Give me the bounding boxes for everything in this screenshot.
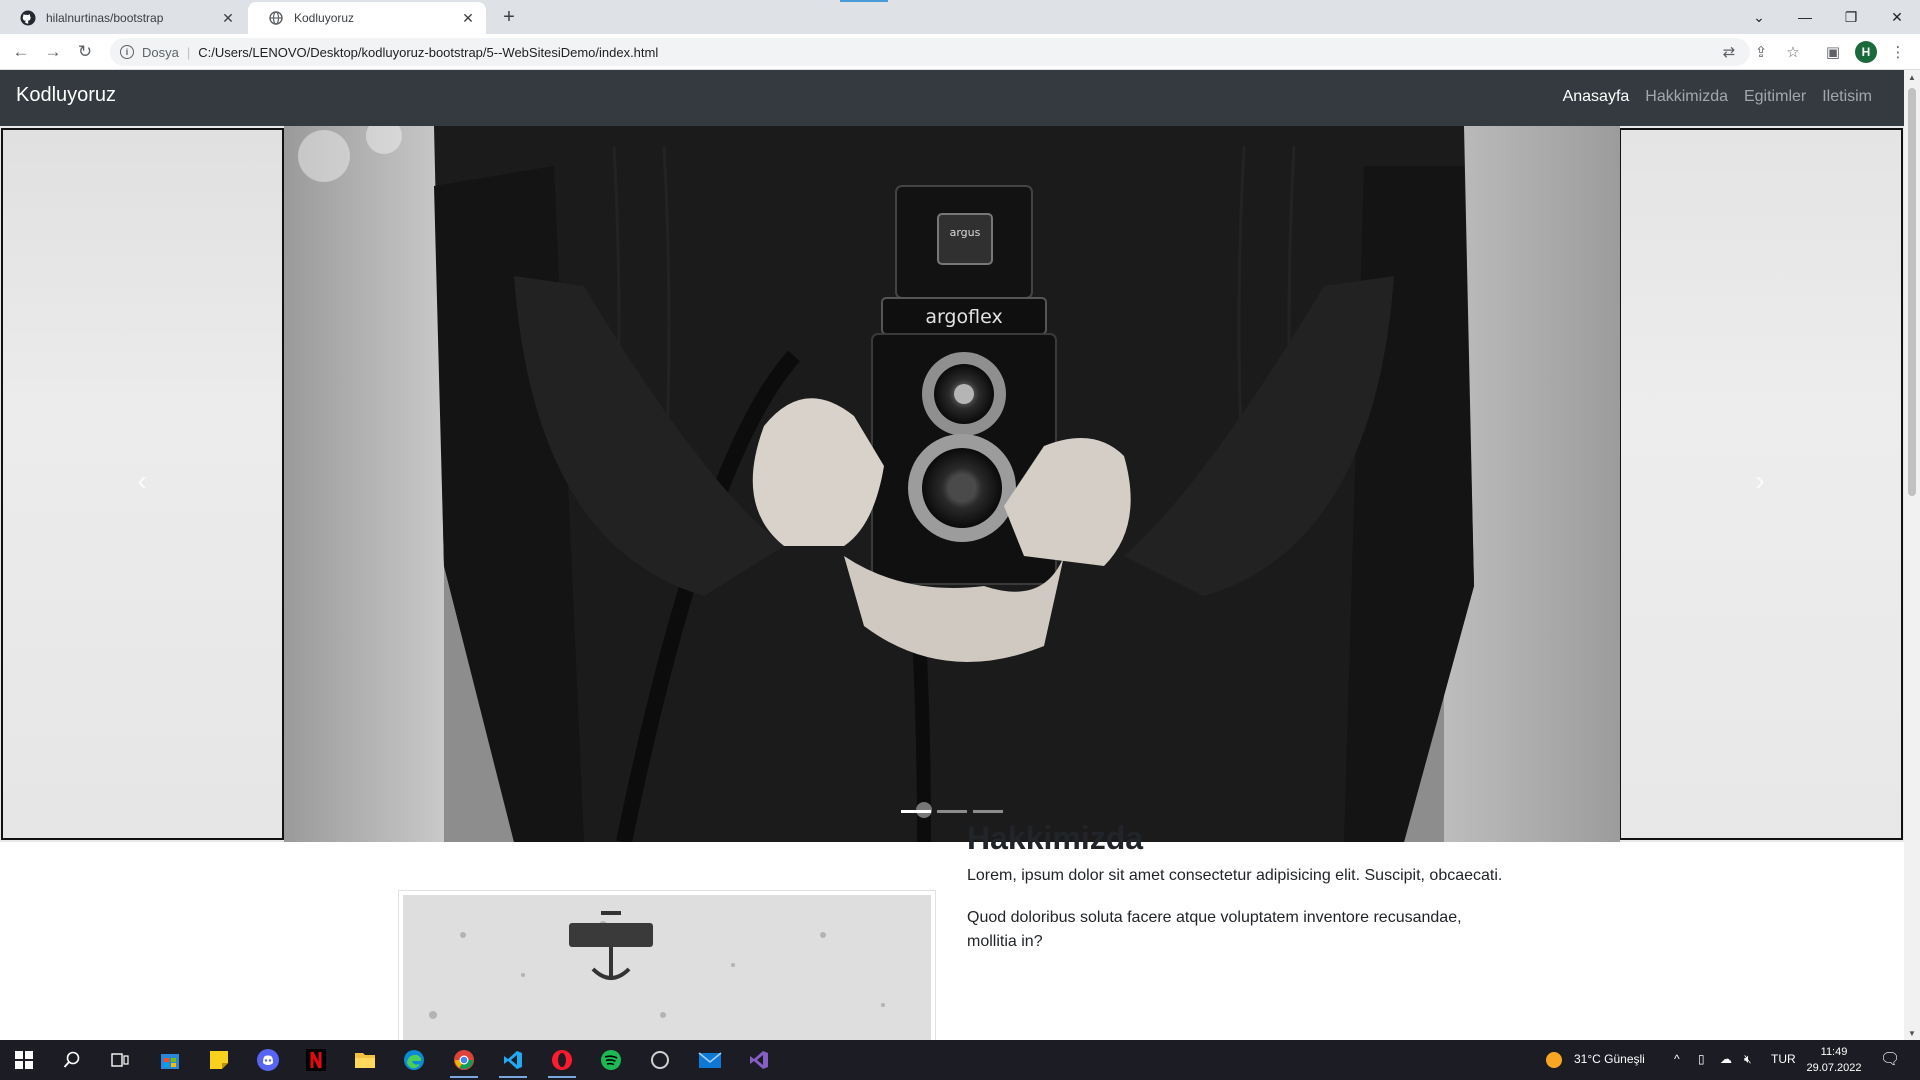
profile-avatar[interactable]: H <box>1855 41 1877 63</box>
task-view-icon[interactable] <box>102 1046 138 1074</box>
github-icon <box>20 10 36 26</box>
bookmark-star-icon[interactable]: ☆ <box>1781 40 1805 64</box>
reload-icon[interactable]: ↻ <box>72 39 98 65</box>
windows-start-icon[interactable] <box>6 1046 42 1074</box>
tab-title: Kodluyoruz <box>294 11 355 25</box>
share-icon[interactable]: ⇪ <box>1749 40 1773 64</box>
url-text: C:/Users/LENOVO/Desktop/kodluyoruz-boots… <box>198 44 659 60</box>
site-brand[interactable]: Kodluyoruz <box>16 84 116 107</box>
scroll-up-icon[interactable]: ▲ <box>1904 70 1920 84</box>
carousel-slide-image: argus argoflex <box>284 126 1620 842</box>
tab-search-icon[interactable]: ⌄ <box>1736 0 1782 34</box>
nav-link-hakkimizda[interactable]: Hakkimizda <box>1637 88 1736 106</box>
restore-icon[interactable]: ❐ <box>1828 0 1874 34</box>
vscode-icon[interactable] <box>495 1046 531 1078</box>
volume-muted-icon[interactable]: 🔇︎ <box>1744 1052 1752 1067</box>
clock-time: 11:49 <box>1820 1046 1848 1058</box>
page-scrollbar[interactable]: ▲ ▼ <box>1904 70 1920 1040</box>
tab-title: hilalnurtinas/bootstrap <box>46 11 164 25</box>
scheme-label: Dosya <box>142 44 179 60</box>
tab-loading-indicator <box>840 0 888 2</box>
netflix-icon[interactable] <box>298 1046 334 1074</box>
camera-brand-text: argoflex <box>925 306 1002 328</box>
visual-studio-icon[interactable] <box>741 1046 777 1074</box>
close-icon[interactable]: ✕ <box>218 8 238 28</box>
windows-taskbar: 31°C Güneşli ^ ▯ ☁ 🔇︎ TUR 11:49 29.07.20… <box>0 1040 1920 1080</box>
circle-app-icon[interactable] <box>642 1046 678 1074</box>
discord-icon[interactable] <box>250 1046 286 1074</box>
nav-link-anasayfa[interactable]: Anasayfa <box>1555 88 1638 106</box>
weather-text[interactable]: 31°C Güneşli <box>1574 1052 1645 1066</box>
system-clock[interactable]: 11:49 29.07.2022 <box>1806 1044 1862 1076</box>
tab-github[interactable]: hilalnurtinas/bootstrap ✕ <box>0 2 246 34</box>
tab-strip: hilalnurtinas/bootstrap ✕ Kodluyoruz ✕ +… <box>0 0 1920 34</box>
carousel-indicators <box>901 810 1003 813</box>
carousel-indicator[interactable] <box>901 810 931 813</box>
about-paragraph-2: Quod doloribus soluta facere atque volup… <box>967 909 1462 950</box>
close-icon[interactable]: ✕ <box>458 8 478 28</box>
side-panel-icon[interactable]: ▣ <box>1821 40 1845 64</box>
page-viewport: Kodluyoruz Anasayfa Hakkimizda Egitimler… <box>0 70 1904 1040</box>
tab-kodluyoruz[interactable]: Kodluyoruz ✕ <box>248 2 486 34</box>
battery-icon[interactable]: ▯ <box>1698 1052 1705 1066</box>
nav-links: Anasayfa Hakkimizda Egitimler Iletisim <box>1555 88 1880 106</box>
about-title: Hakkimizda <box>967 820 1144 856</box>
back-icon[interactable]: ← <box>8 39 34 65</box>
scrollbar-thumb[interactable] <box>1908 88 1916 496</box>
address-bar[interactable]: i Dosya | C:/Users/LENOVO/Desktop/kodluy… <box>110 38 1750 66</box>
omnibox-separator: | <box>186 44 191 60</box>
chrome-icon[interactable] <box>446 1046 482 1078</box>
file-explorer-icon[interactable] <box>347 1046 383 1074</box>
notifications-icon[interactable]: 🗨︎ <box>1880 1049 1900 1069</box>
close-window-icon[interactable]: ✕ <box>1874 0 1920 34</box>
carousel-prev-icon[interactable]: ‹ <box>127 465 157 496</box>
carousel-indicator[interactable] <box>973 810 1003 813</box>
about-image <box>398 890 936 1040</box>
carousel-next-icon[interactable]: › <box>1745 465 1775 496</box>
menu-kebab-icon[interactable]: ⋮ <box>1886 40 1910 64</box>
scroll-down-icon[interactable]: ▼ <box>1904 1026 1920 1040</box>
site-navbar: Kodluyoruz Anasayfa Hakkimizda Egitimler… <box>0 70 1904 126</box>
nav-link-egitimler[interactable]: Egitimler <box>1736 88 1814 106</box>
opera-icon[interactable] <box>544 1046 580 1078</box>
microsoft-store-icon[interactable] <box>152 1046 188 1074</box>
info-icon[interactable]: i <box>120 45 134 59</box>
globe-icon <box>268 10 284 26</box>
camera-photo-illustration: argus argoflex <box>284 126 1620 842</box>
clock-date: 29.07.2022 <box>1806 1062 1862 1074</box>
spotify-icon[interactable] <box>593 1046 629 1074</box>
weather-sun-icon[interactable] <box>1536 1046 1572 1074</box>
forward-icon[interactable]: → <box>40 39 66 65</box>
edge-icon[interactable] <box>396 1046 432 1074</box>
nav-link-iletisim[interactable]: Iletisim <box>1814 88 1880 106</box>
new-tab-button[interactable]: + <box>496 6 522 28</box>
onedrive-cloud-icon[interactable]: ☁ <box>1720 1052 1732 1066</box>
search-icon[interactable] <box>54 1046 90 1074</box>
minimize-icon[interactable]: — <box>1782 0 1828 34</box>
hero-carousel: argus argoflex ‹ › <box>0 126 1904 842</box>
about-paragraph-1: Lorem, ipsum dolor sit amet consectetur … <box>967 867 1503 884</box>
sticky-notes-icon[interactable] <box>201 1046 237 1074</box>
about-image-picture <box>403 895 931 1040</box>
input-language[interactable]: TUR <box>1771 1052 1796 1066</box>
browser-toolbar: ← → ↻ i Dosya | C:/Users/LENOVO/Desktop/… <box>0 34 1920 70</box>
mail-icon[interactable] <box>692 1046 728 1074</box>
camera-badge-text: argus <box>950 226 981 239</box>
show-hidden-icons-icon[interactable]: ^ <box>1674 1052 1680 1066</box>
translate-icon[interactable]: ⇄ <box>1717 40 1741 64</box>
carousel-indicator[interactable] <box>937 810 967 813</box>
